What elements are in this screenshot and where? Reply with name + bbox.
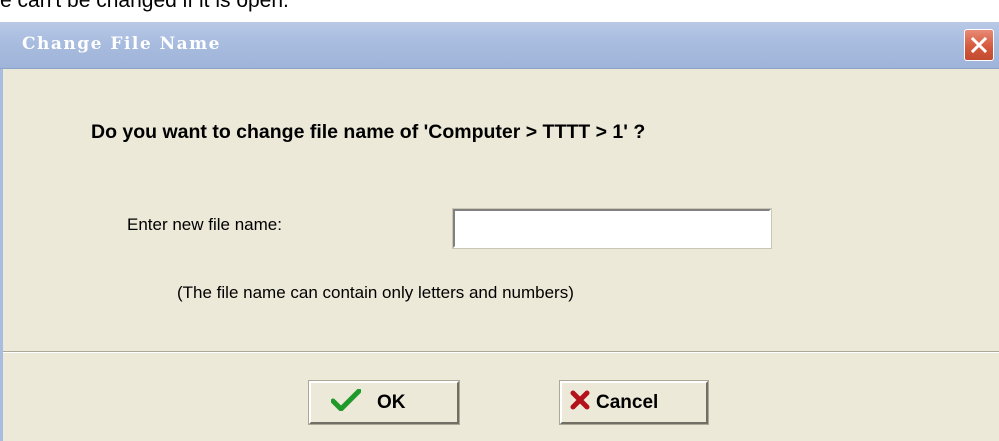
button-area-divider: [0, 351, 999, 353]
close-button[interactable]: [964, 29, 994, 61]
cancel-button-label: Cancel: [596, 391, 659, 413]
new-file-name-input[interactable]: [452, 208, 772, 249]
dialog-left-edge: [0, 351, 3, 441]
close-x-icon: [971, 37, 987, 53]
background-window-text: e can't be changed if it is open.: [0, 0, 289, 12]
ok-button[interactable]: OK: [308, 380, 460, 425]
confirmation-question: Do you want to change file name of 'Comp…: [91, 121, 646, 143]
red-x-icon: [570, 390, 590, 416]
file-name-hint: (The file name can contain only letters …: [177, 283, 574, 302]
new-file-name-label: Enter new file name:: [127, 215, 282, 234]
cancel-button[interactable]: Cancel: [559, 380, 709, 425]
dialog-body: Do you want to change file name of 'Comp…: [0, 69, 999, 351]
dialog-titlebar[interactable]: Change File Name: [0, 22, 999, 69]
ok-button-label: OK: [377, 391, 406, 413]
green-checkmark-icon: [330, 388, 362, 417]
change-file-name-dialog: Change File Name Do you want to change f…: [0, 22, 999, 441]
dialog-title: Change File Name: [22, 34, 221, 54]
